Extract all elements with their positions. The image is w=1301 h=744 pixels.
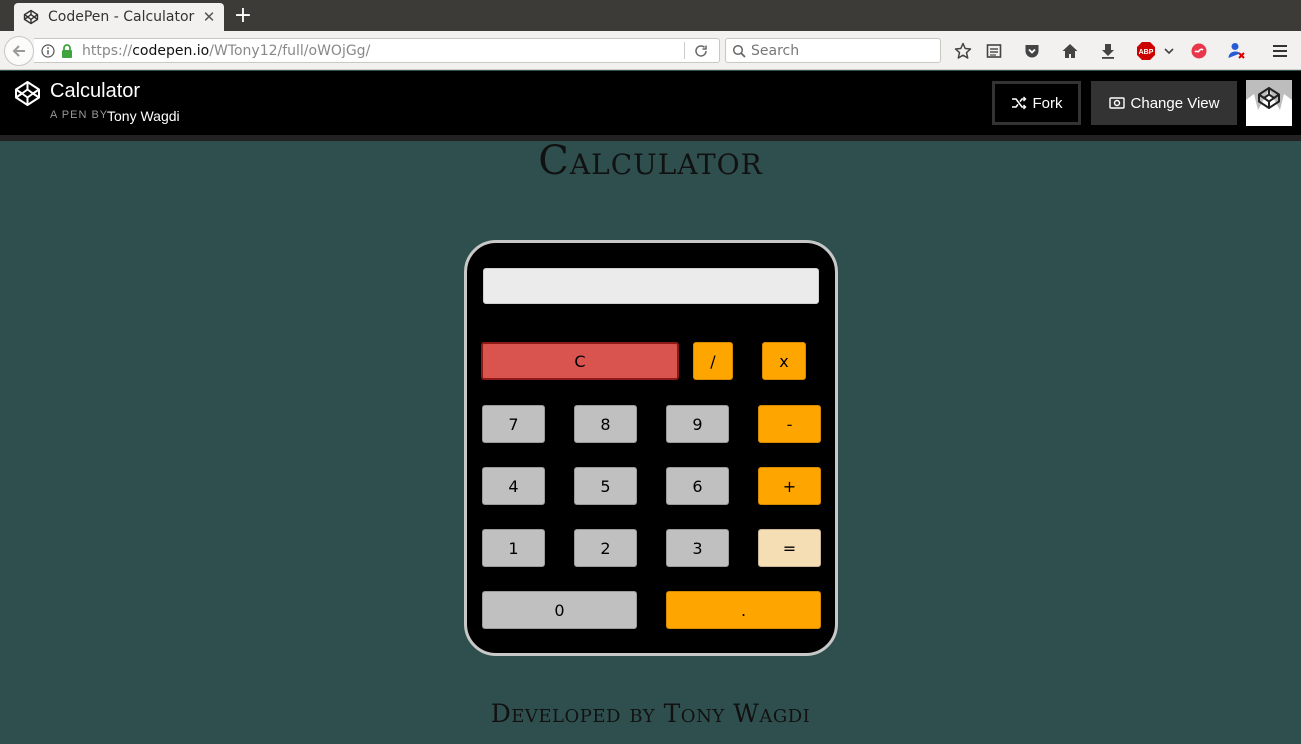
pen-author-link[interactable]: Tony Wagdi	[107, 108, 180, 124]
secure-lock-icon	[60, 43, 74, 59]
url-host: codepen.io	[132, 42, 210, 59]
url-scheme: https://	[82, 42, 133, 59]
calculator-display	[483, 268, 819, 304]
change-view-button[interactable]: Change View	[1091, 81, 1237, 125]
home-icon[interactable]	[1059, 40, 1081, 62]
new-tab-button[interactable]: +	[232, 5, 254, 27]
fork-button[interactable]: Fork	[992, 81, 1081, 125]
digit-5-button[interactable]: 5	[574, 467, 637, 505]
digit-8-button[interactable]: 8	[574, 405, 637, 443]
hamburger-menu-icon[interactable]	[1269, 40, 1291, 62]
browser-tab[interactable]: CodePen - Calculator ✕	[14, 3, 224, 31]
clear-button[interactable]: C	[481, 342, 679, 380]
user-blocker-icon[interactable]	[1226, 40, 1248, 62]
back-arrow-icon	[12, 45, 25, 57]
flame-icon[interactable]	[1188, 40, 1210, 62]
digit-9-button[interactable]: 9	[666, 405, 729, 443]
pen-by-label: A PEN BY	[50, 109, 109, 121]
digit-2-button[interactable]: 2	[574, 529, 637, 567]
url-bar[interactable]: https://codepen.io/WTony12/full/oWOjGg/	[34, 38, 720, 63]
browser-tab-strip: CodePen - Calculator ✕ +	[0, 0, 1301, 31]
digit-7-button[interactable]: 7	[482, 405, 545, 443]
search-input[interactable]	[751, 42, 931, 59]
divide-button[interactable]: /	[693, 342, 733, 380]
decimal-button[interactable]: .	[666, 591, 821, 629]
pocket-icon[interactable]	[1021, 40, 1043, 62]
url-path: /WTony12/full/oWOjGg/	[209, 42, 371, 59]
reading-list-icon[interactable]	[983, 40, 1005, 62]
equals-button[interactable]: =	[758, 529, 821, 567]
page-title: Calculator	[538, 138, 763, 184]
adblock-label: ABP	[1139, 49, 1154, 56]
digit-3-button[interactable]: 3	[666, 529, 729, 567]
url-bar-divider	[684, 42, 685, 59]
fork-icon	[1011, 96, 1027, 110]
pen-title: Calculator	[50, 80, 141, 102]
user-avatar[interactable]	[1246, 80, 1292, 126]
developer-credit: Developed by Tony Wagdi	[490, 699, 811, 728]
change-view-label: Change View	[1130, 94, 1220, 112]
url-text[interactable]: https://codepen.io/WTony12/full/oWOjGg/	[82, 43, 684, 59]
download-icon[interactable]	[1097, 40, 1119, 62]
adblock-icon[interactable]: ABP	[1135, 40, 1157, 62]
fork-label: Fork	[1032, 94, 1063, 112]
digit-4-button[interactable]: 4	[482, 467, 545, 505]
tab-title: CodePen - Calculator	[48, 9, 195, 25]
tab-close-icon[interactable]: ✕	[202, 10, 216, 25]
plus-button[interactable]: +	[758, 467, 821, 505]
multiply-button[interactable]: x	[762, 342, 806, 380]
search-icon	[731, 43, 747, 59]
site-info-icon[interactable]	[40, 43, 56, 59]
reload-icon[interactable]	[693, 43, 709, 59]
bookmark-star-icon[interactable]	[952, 40, 974, 62]
digit-0-button[interactable]: 0	[482, 591, 637, 629]
browser-nav-bar: https://codepen.io/WTony12/full/oWOjGg/ …	[0, 31, 1301, 70]
chevron-down-icon[interactable]	[1158, 40, 1180, 62]
codepen-logo-icon[interactable]	[14, 80, 41, 107]
codepen-favicon-icon	[22, 8, 40, 26]
digit-6-button[interactable]: 6	[666, 467, 729, 505]
calculator-body: C / x 7 8 9 - 4 5 6 + 1 2 3 = 0 .	[464, 240, 838, 656]
codepen-header: Calculator A PEN BY Tony Wagdi Fork Chan…	[0, 71, 1301, 141]
digit-1-button[interactable]: 1	[482, 529, 545, 567]
change-view-icon	[1108, 96, 1125, 110]
back-button[interactable]	[4, 36, 34, 66]
minus-button[interactable]: -	[758, 405, 821, 443]
search-bar[interactable]	[725, 38, 941, 63]
